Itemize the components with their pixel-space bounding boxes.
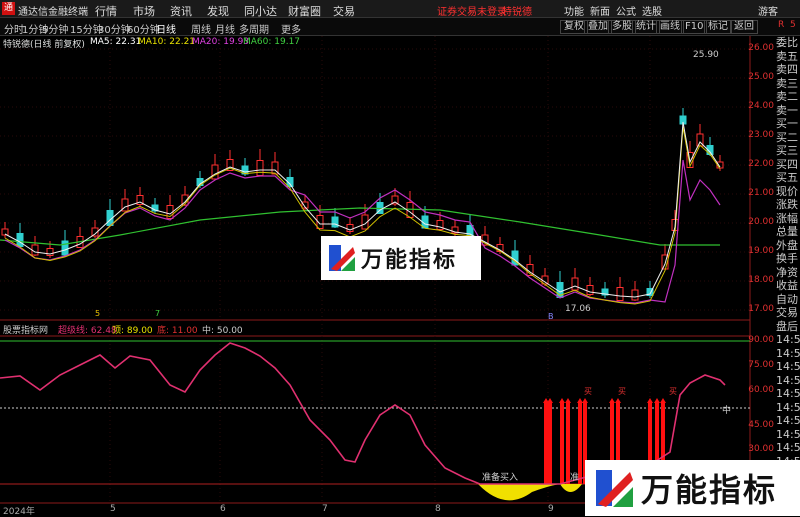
quote-label: 外盘 <box>776 238 798 252</box>
signal-arrow-icon <box>559 398 565 403</box>
quote-label: 收益 <box>776 279 798 292</box>
candle <box>586 285 594 295</box>
watermark-logo-icon-2 <box>596 470 633 507</box>
price-tick: 22.00 <box>748 159 774 169</box>
quote-label: 14:57 <box>776 441 800 454</box>
right-top-r: R <box>778 20 785 30</box>
quote-label: 委比 <box>776 36 798 49</box>
price-tick: 17.00 <box>748 304 774 314</box>
quote-label: 买一 <box>776 117 798 130</box>
quote-label: 14:56 <box>776 360 800 373</box>
quote-label: 卖五 <box>776 49 798 63</box>
watermark-text: 万能指标 <box>361 248 458 273</box>
price-tick: 19.00 <box>748 246 774 256</box>
quote-label: 14:56 <box>776 346 800 360</box>
x-tick: 9 <box>548 504 554 514</box>
candle <box>616 287 624 301</box>
quote-label: 总量 <box>776 225 798 238</box>
signal-bar <box>548 403 552 484</box>
price-tick: 24.00 <box>748 101 774 111</box>
signal-arrow-icon <box>609 398 615 403</box>
signal-arrow-icon <box>615 398 621 403</box>
x-tick: 6 <box>220 504 226 514</box>
quote-label: 自动 <box>776 292 798 306</box>
candle <box>16 233 24 247</box>
candle <box>256 160 264 176</box>
signal-arrow-icon <box>654 398 660 403</box>
quote-label: 14:57 <box>776 427 800 441</box>
osc-line-value: 超级线: 62.48 <box>58 326 117 336</box>
x-tick: 2024年 <box>3 507 35 517</box>
quote-label: 14:56 <box>776 400 800 414</box>
candle <box>331 216 339 228</box>
price-tick: 18.00 <box>748 275 774 285</box>
watermark-center: 万能指标 <box>321 236 481 280</box>
x-tick: 5 <box>110 504 116 514</box>
quote-label: 换手 <box>776 252 798 265</box>
high-label: 25.90 <box>693 50 719 60</box>
buy-ready-label: 准备买入 <box>482 473 519 483</box>
osc-top-value: 顶: 89.00 <box>112 326 153 336</box>
price-tick: 20.00 <box>748 217 774 227</box>
x-tick: 7 <box>322 504 328 514</box>
osc-bottom-value: 底: 11.00 <box>157 326 198 336</box>
signal-arrow-icon <box>647 398 653 403</box>
marker-7: 7 <box>155 309 161 318</box>
low-label: 17.06 <box>565 304 591 314</box>
quote-label: 净资 <box>776 265 798 279</box>
osc-tick: 60.00 <box>748 385 774 395</box>
quote-label: 14:56 <box>776 414 800 427</box>
right-top-5: 5 <box>790 20 796 30</box>
price-tick: 21.00 <box>748 188 774 198</box>
x-tick: 8 <box>435 504 441 514</box>
quote-label: 14:56 <box>776 387 800 400</box>
buy-mark-1: 买 <box>584 387 592 396</box>
osc-tick: 75.00 <box>748 360 774 370</box>
osc-mid-value: 中: 50.00 <box>202 326 243 336</box>
price-tick: 25.00 <box>748 72 774 82</box>
mid-tag: 中 <box>722 406 732 416</box>
quote-label: 14:56 <box>776 373 800 387</box>
quote-panel: 委比 卖五 卖四 卖三 卖二 卖一 买一 买二 买三 买四 买五 现价 涨跌 涨幅 总量 外盘 换手 净资 收益 自动… <box>776 36 800 516</box>
buy-mark-3: 买 <box>669 387 677 396</box>
quote-label: 买五 <box>776 171 798 184</box>
buy-mark-2: 买 <box>618 387 626 396</box>
quote-label: 卖一 <box>776 103 798 117</box>
quote-label: 涨跌 <box>776 198 798 211</box>
price-tick: 23.00 <box>748 130 774 140</box>
osc-tick: 30.00 <box>748 444 774 454</box>
quote-label: 卖二 <box>776 90 798 103</box>
candle <box>61 240 69 256</box>
marker-b: B <box>548 312 554 321</box>
watermark-text-2: 万能指标 <box>641 471 778 509</box>
marker-5: 5 <box>95 309 101 318</box>
quote-label: 交易 <box>776 306 798 319</box>
osc-tick: 45.00 <box>748 420 774 430</box>
quote-label: 买三 <box>776 144 798 157</box>
quote-label: 现价 <box>776 184 798 198</box>
signal-arrow-icon <box>577 398 583 403</box>
signal-arrow-icon <box>582 398 588 403</box>
quote-label: 卖三 <box>776 76 798 90</box>
osc-name: 股票指标网 <box>3 326 49 336</box>
quote-label: 涨幅 <box>776 211 798 225</box>
signal-bar <box>560 403 564 484</box>
buy-zone-2 <box>560 484 582 492</box>
quote-label: 盘后 <box>776 319 798 333</box>
watermark-logo-icon <box>329 245 355 271</box>
quote-label: 买四 <box>776 157 798 171</box>
osc-tick: 90.00 <box>748 335 774 345</box>
candle <box>571 277 579 291</box>
signal-arrow-icon <box>660 398 666 403</box>
quote-label: 卖四 <box>776 63 798 76</box>
quote-label: 买二 <box>776 130 798 144</box>
signal-arrow-icon <box>565 398 571 403</box>
buy-ready-label-2: 准 <box>570 473 580 483</box>
candle <box>631 289 639 301</box>
watermark-corner: 万能指标 <box>585 460 800 516</box>
signal-bar <box>544 403 548 484</box>
osc-info-bar: 股票指标网 超级线: 62.48 顶: 89.00 底: 11.00 中: 50… <box>0 323 750 336</box>
quote-label: 14:56 <box>776 333 800 346</box>
price-tick: 26.00 <box>748 43 774 53</box>
